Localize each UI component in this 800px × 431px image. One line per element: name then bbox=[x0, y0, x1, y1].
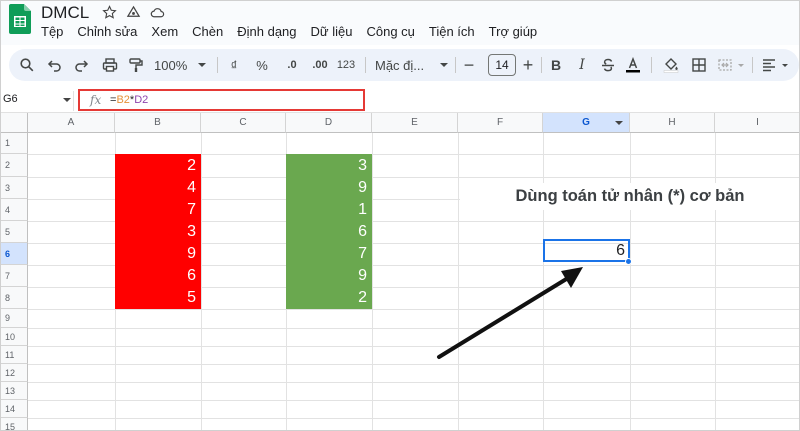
row-header-13[interactable]: 13 bbox=[1, 382, 28, 400]
print-icon[interactable] bbox=[99, 49, 121, 81]
menu-insert[interactable]: Chèn bbox=[192, 24, 223, 39]
document-title[interactable]: DMCL bbox=[41, 3, 89, 23]
decrease-font-size-button[interactable]: − bbox=[461, 49, 477, 81]
row-header-2[interactable]: 2 bbox=[1, 154, 28, 177]
menu-help[interactable]: Trợ giúp bbox=[489, 24, 538, 39]
zoom-select[interactable]: 100% bbox=[154, 49, 192, 81]
horizontal-align-icon[interactable] bbox=[760, 49, 778, 81]
annotation-caption: Dùng toán tử nhân (*) cơ bản bbox=[460, 183, 799, 210]
redo-icon[interactable] bbox=[71, 49, 91, 81]
column-header-b[interactable]: B bbox=[115, 113, 201, 133]
decrease-decimal-button[interactable]: .0 bbox=[281, 49, 303, 81]
app-header: DMCL Tệp Chỉnh sửa Xem Chèn Định dạng Dữ… bbox=[1, 1, 799, 45]
cell-d3[interactable]: 9 bbox=[286, 177, 372, 199]
font-size-input[interactable]: 14 bbox=[488, 54, 516, 76]
format-currency-button[interactable]: ₫ bbox=[227, 49, 241, 81]
menu-view[interactable]: Xem bbox=[151, 24, 178, 39]
name-box-dropdown-icon[interactable] bbox=[63, 98, 71, 102]
cell-d4[interactable]: 1 bbox=[286, 199, 372, 221]
column-header-a[interactable]: A bbox=[28, 113, 115, 133]
column-header-c[interactable]: C bbox=[201, 113, 286, 133]
column-header-i[interactable]: I bbox=[715, 113, 799, 133]
column-header-f[interactable]: F bbox=[458, 113, 543, 133]
fill-color-icon[interactable] bbox=[661, 49, 681, 81]
fill-handle[interactable] bbox=[625, 258, 632, 265]
row-header-8[interactable]: 8 bbox=[1, 287, 28, 309]
menu-extensions[interactable]: Tiện ích bbox=[429, 24, 475, 39]
row-header-1[interactable]: 1 bbox=[1, 133, 28, 154]
row-header-9[interactable]: 9 bbox=[1, 309, 28, 328]
star-icon[interactable] bbox=[102, 5, 117, 20]
cloud-status-icon[interactable] bbox=[150, 5, 165, 20]
menu-data[interactable]: Dữ liệu bbox=[311, 24, 353, 39]
merge-dropdown-icon[interactable] bbox=[736, 49, 746, 81]
font-dropdown-icon[interactable] bbox=[439, 49, 449, 81]
move-to-folder-icon[interactable] bbox=[126, 5, 141, 20]
number-format-button[interactable]: 123 bbox=[335, 49, 357, 81]
column-header-e[interactable]: E bbox=[372, 113, 458, 133]
cell-b6[interactable]: 9 bbox=[115, 243, 201, 265]
cell-b3[interactable]: 4 bbox=[115, 177, 201, 199]
column-header-g-label: G bbox=[582, 117, 590, 128]
column-header-g[interactable]: G bbox=[543, 113, 630, 133]
strikethrough-icon[interactable] bbox=[599, 49, 617, 81]
cell-d6[interactable]: 7 bbox=[286, 243, 372, 265]
sheets-logo-icon[interactable] bbox=[9, 4, 31, 34]
arrow-annotation-icon bbox=[437, 267, 583, 359]
formula-bar: G6 fx =B2*D2 bbox=[1, 89, 799, 113]
text-color-icon[interactable] bbox=[623, 49, 643, 81]
menu-file[interactable]: Tệp bbox=[41, 24, 63, 39]
spreadsheet-window: DMCL Tệp Chỉnh sửa Xem Chèn Định dạng Dữ… bbox=[0, 0, 800, 431]
paint-format-icon[interactable] bbox=[126, 49, 146, 81]
borders-icon[interactable] bbox=[689, 49, 709, 81]
row-header-12[interactable]: 12 bbox=[1, 364, 28, 382]
cell-d7[interactable]: 9 bbox=[286, 265, 372, 287]
row-header-7[interactable]: 7 bbox=[1, 265, 28, 287]
increase-font-size-button[interactable]: + bbox=[520, 49, 536, 81]
formula-ref-d2: D2 bbox=[134, 94, 149, 106]
cell-b4[interactable]: 7 bbox=[115, 199, 201, 221]
formula-highlight-box: fx =B2*D2 bbox=[78, 89, 365, 111]
formula-ref-b2: B2 bbox=[116, 94, 130, 106]
row-header-4[interactable]: 4 bbox=[1, 199, 28, 221]
increase-decimal-button[interactable]: .00 bbox=[307, 49, 333, 81]
column-menu-icon[interactable] bbox=[615, 121, 623, 125]
cell-d8[interactable]: 2 bbox=[286, 287, 372, 309]
menu-tools[interactable]: Công cụ bbox=[366, 24, 414, 39]
cell-b5[interactable]: 3 bbox=[115, 221, 201, 243]
row-header-6[interactable]: 6 bbox=[1, 243, 28, 265]
toolbar: 100% ₫ % .0 .00 123 Mặc đị... − 14 + B I bbox=[9, 49, 799, 81]
column-header-d[interactable]: D bbox=[286, 113, 372, 133]
fx-icon: fx bbox=[90, 93, 102, 107]
font-family-select[interactable]: Mặc đị... bbox=[375, 49, 437, 81]
menu-format[interactable]: Định dạng bbox=[237, 24, 296, 39]
select-all-corner[interactable] bbox=[1, 113, 28, 133]
merge-cells-icon[interactable] bbox=[715, 49, 735, 81]
cell-b7[interactable]: 6 bbox=[115, 265, 201, 287]
row-header-3[interactable]: 3 bbox=[1, 177, 28, 199]
menu-bar: Tệp Chỉnh sửa Xem Chèn Định dạng Dữ liệu… bbox=[41, 24, 551, 39]
zoom-dropdown-icon[interactable] bbox=[197, 49, 207, 81]
row-header-11[interactable]: 11 bbox=[1, 346, 28, 364]
cell-b8[interactable]: 5 bbox=[115, 287, 201, 309]
format-percent-button[interactable]: % bbox=[253, 49, 271, 81]
column-header-h[interactable]: H bbox=[630, 113, 715, 133]
bold-button[interactable]: B bbox=[547, 49, 565, 81]
cell-b2[interactable]: 2 bbox=[115, 154, 201, 177]
row-header-14[interactable]: 14 bbox=[1, 400, 28, 418]
cell-d2[interactable]: 3 bbox=[286, 154, 372, 177]
row-header-10[interactable]: 10 bbox=[1, 328, 28, 346]
italic-button[interactable]: I bbox=[573, 49, 591, 81]
formula-input[interactable]: =B2*D2 bbox=[110, 94, 148, 106]
search-menus-icon[interactable] bbox=[17, 49, 37, 81]
row-header-5[interactable]: 5 bbox=[1, 221, 28, 243]
align-dropdown-icon[interactable] bbox=[780, 49, 790, 81]
cell-d5[interactable]: 6 bbox=[286, 221, 372, 243]
menu-edit[interactable]: Chỉnh sửa bbox=[77, 24, 137, 39]
sheet-grid[interactable]: A B C D E F G H I 1 2 3 4 5 6 7 8 9 10 1… bbox=[1, 113, 799, 430]
name-box[interactable]: G6 bbox=[3, 93, 18, 105]
row-header-15[interactable]: 15 bbox=[1, 418, 28, 430]
undo-icon[interactable] bbox=[45, 49, 65, 81]
